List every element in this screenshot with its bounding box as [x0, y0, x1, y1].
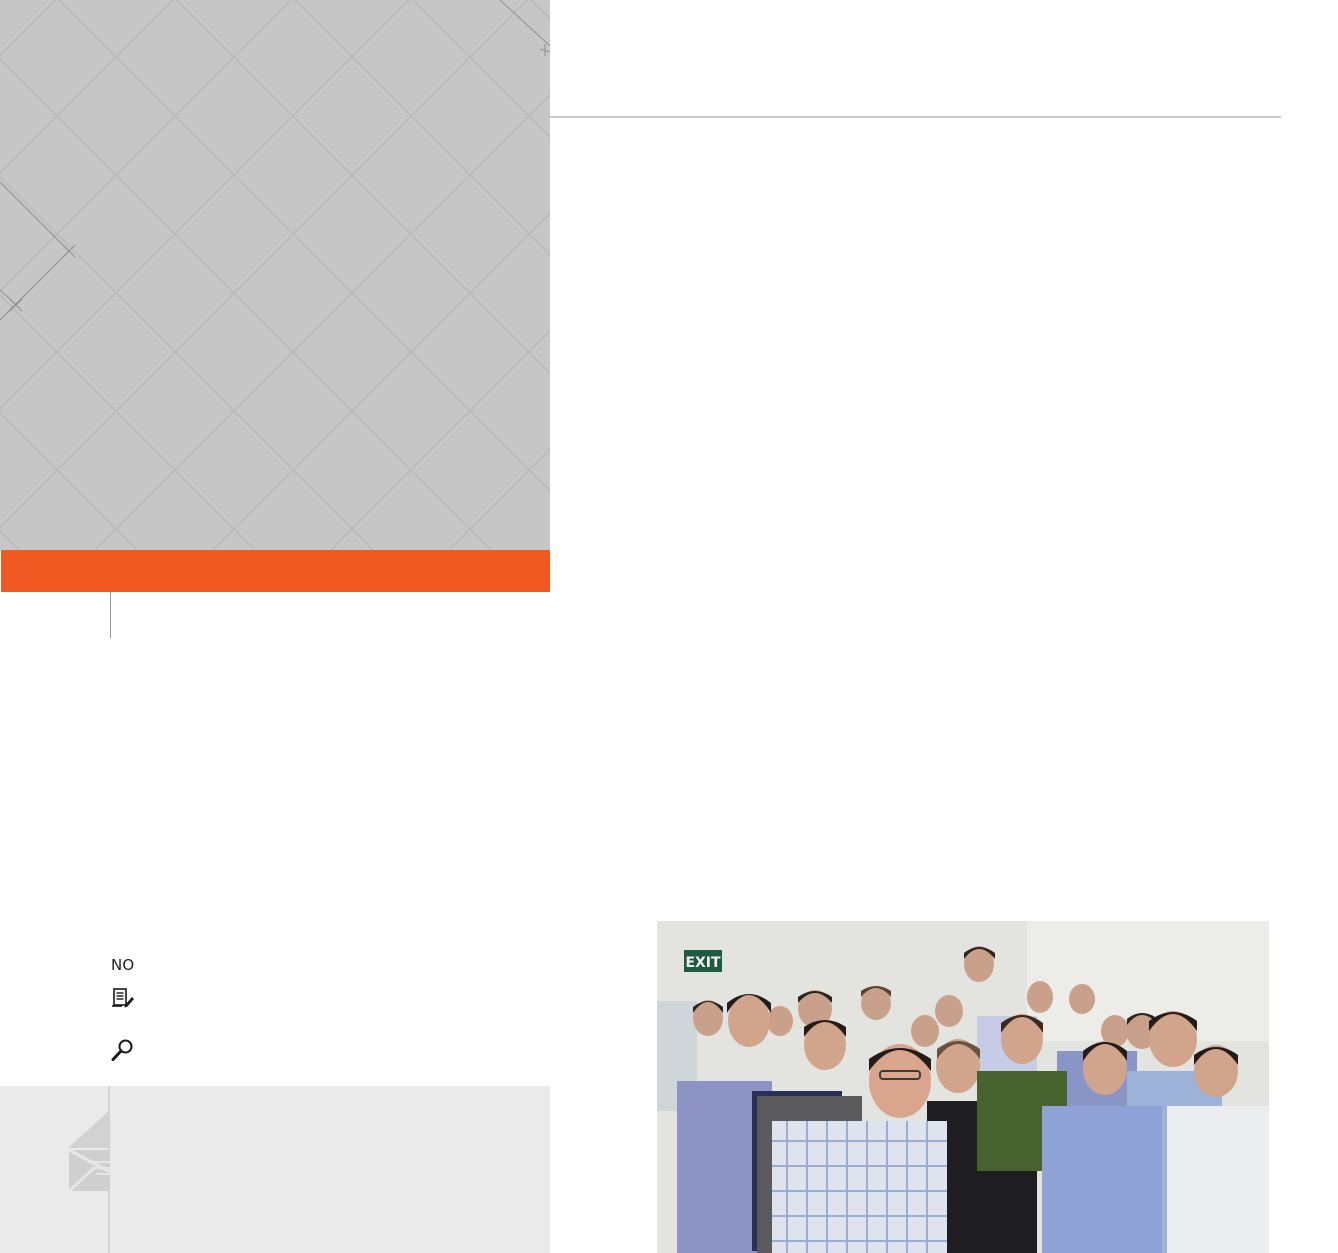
exit-sign: EXIT [684, 950, 722, 972]
issue-meta: NO [111, 956, 411, 1061]
vertical-divider [110, 592, 111, 638]
decorative-pattern-panel [0, 0, 550, 550]
edit-document-icon [111, 986, 135, 1015]
group-photo: EXIT [657, 921, 1269, 1253]
envelope-mark-icon [67, 1110, 112, 1197]
exit-sign-text: EXIT [685, 955, 721, 971]
accent-band [1, 550, 550, 592]
header-divider [550, 116, 1281, 118]
search-icon [111, 1038, 135, 1067]
issue-number-label: NO [111, 956, 135, 974]
diamond-grid-pattern [0, 0, 550, 550]
footer-panel [0, 1086, 550, 1253]
